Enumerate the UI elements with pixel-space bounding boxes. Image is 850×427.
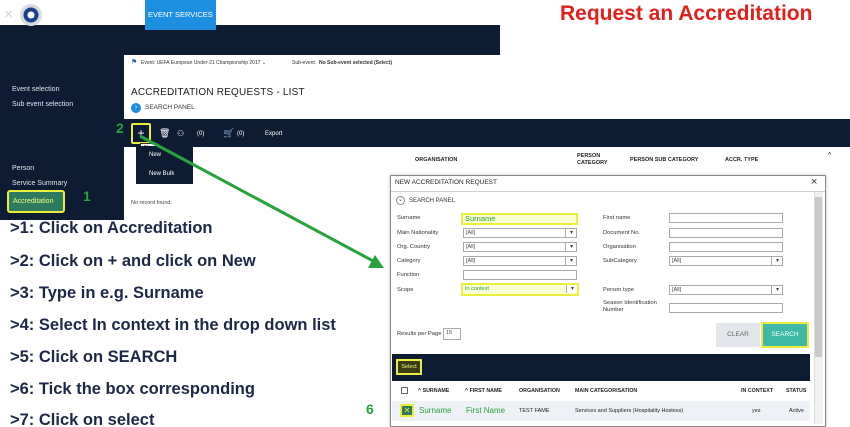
surname-label: Surname — [397, 215, 421, 221]
main-nationality-label: Main Nationality — [397, 230, 439, 236]
instruction-7: >7: Click on select — [10, 411, 155, 427]
select-button[interactable]: Select — [396, 359, 422, 375]
organisation-input[interactable] — [669, 242, 783, 252]
row-in-context: yes — [752, 408, 761, 414]
instruction-3: >3: Type in e.g. Surname — [10, 284, 204, 302]
cart-icon[interactable]: 🛒 — [223, 128, 234, 139]
column-organisation[interactable]: ORGANISATION — [519, 388, 560, 394]
step-number-1: 1 — [83, 188, 91, 204]
modal-results-toolbar — [392, 354, 810, 381]
instruction-2: >2: Click on + and click on New — [10, 252, 256, 270]
close-icon[interactable]: × — [811, 176, 817, 188]
scope-label: Scope — [397, 287, 414, 293]
step-number-2: 2 — [116, 120, 124, 136]
org-country-select[interactable]: [All] — [463, 242, 577, 252]
cart-count: (0) — [237, 131, 245, 137]
category-label: Category — [397, 258, 421, 264]
row-organisation: TEST FAME — [519, 408, 550, 414]
row-main-categorisation: Services and Suppliers (Hospitality Host… — [575, 408, 684, 414]
trash-icon[interactable]: 🗑 — [159, 128, 170, 139]
org-country-label: Org. Country — [397, 244, 431, 250]
nav-event-services[interactable]: EVENT SERVICES — [145, 0, 216, 30]
step-number-6: 6 — [366, 401, 374, 417]
sub-event-label: Sub-event: — [292, 60, 317, 66]
sidebar-item-accreditation[interactable]: Accreditation — [7, 190, 65, 213]
modal-search-panel-toggle[interactable]: SEARCH PANEL — [409, 198, 455, 204]
season-id-label: Season Identification Number — [603, 300, 657, 313]
event-flag-icon: ⚑ — [131, 59, 138, 66]
scope-select[interactable]: In context — [461, 283, 579, 296]
row-checkbox[interactable]: ✕ — [400, 404, 414, 417]
organisation-label: Organisation — [603, 244, 636, 250]
menu-item-new[interactable]: New — [149, 152, 161, 158]
document-no-input[interactable] — [669, 228, 783, 238]
column-surname[interactable]: ^ SURNAME — [418, 388, 449, 394]
modal-divider — [391, 191, 825, 192]
instruction-1: >1: Click on Accreditation — [10, 219, 213, 237]
sub-event-select-link[interactable]: No Sub-event selected (Select) — [319, 60, 392, 66]
sort-icon[interactable]: ^ — [828, 152, 831, 158]
search-button[interactable]: SEARCH — [761, 322, 809, 348]
no-record-message: No record found. — [131, 200, 172, 206]
subcategory-select[interactable]: [All] — [669, 256, 783, 266]
instruction-6: >6: Tick the box corresponding — [10, 380, 255, 398]
nav-home[interactable]: HOME — [55, 0, 78, 30]
close-icon[interactable]: × — [4, 6, 13, 24]
category-select[interactable]: [All] — [463, 256, 577, 266]
page-title: ACCREDITATION REQUESTS - LIST — [131, 87, 305, 98]
nav-my-account[interactable]: MY ACCOUNT — [244, 0, 294, 30]
persons-count: (0) — [197, 131, 205, 137]
export-button[interactable]: Export — [265, 131, 282, 137]
subcategory-label: SubCategory — [603, 258, 637, 264]
sidebar-item-event-selection[interactable]: Event selection — [12, 86, 59, 93]
person-type-select[interactable]: [All] — [669, 285, 783, 295]
uefa-logo-icon — [20, 4, 42, 26]
search-panel-toggle[interactable]: SEARCH PANEL — [145, 104, 195, 111]
first-name-label: First name — [603, 215, 631, 221]
menu-item-new-bulk[interactable]: New Bulk — [149, 171, 174, 177]
nav-digital-library[interactable]: DIGITAL LIBRARY — [84, 0, 146, 30]
modal-scroll-thumb[interactable] — [815, 197, 822, 357]
row-first-name: First Name — [466, 406, 506, 415]
row-status: Active — [789, 408, 804, 414]
chevron-right-icon[interactable]: › — [131, 103, 141, 113]
results-per-page-label: Results per Page — [397, 331, 442, 337]
sidebar-item-person[interactable]: Person — [12, 165, 34, 172]
person-type-label: Person type — [603, 287, 634, 293]
column-person-sub-category[interactable]: PERSON SUB CATEGORY — [630, 157, 698, 163]
function-input[interactable] — [463, 270, 577, 280]
results-per-page-input[interactable]: 15 — [443, 328, 461, 340]
column-first-name[interactable]: ^ FIRST NAME — [465, 388, 502, 394]
function-label: Function — [397, 272, 420, 278]
column-person-category[interactable]: PERSON CATEGORY — [577, 153, 617, 167]
column-accr-type[interactable]: ACCR. TYPE — [725, 157, 758, 163]
instruction-5: >5: Click on SEARCH — [10, 348, 178, 366]
season-id-input[interactable] — [669, 303, 783, 313]
column-in-context[interactable]: IN CONTEXT — [741, 388, 773, 394]
document-no-label: Document No. — [603, 230, 641, 236]
instruction-4: >4: Select In context in the drop down l… — [10, 316, 336, 334]
event-selector[interactable]: Event: UEFA European Under-21 Championsh… — [141, 60, 266, 66]
first-name-input[interactable] — [669, 213, 783, 223]
column-main-categorisation[interactable]: MAIN CATEGORISATION — [575, 388, 637, 394]
new-dropdown-menu — [136, 146, 193, 184]
chevron-down-icon: ⌄ — [233, 10, 240, 19]
surname-input[interactable]: Surname — [461, 213, 578, 225]
select-all-checkbox[interactable] — [401, 387, 408, 394]
column-organisation[interactable]: ORGANISATION — [415, 157, 457, 163]
add-new-button[interactable]: + — [131, 123, 151, 144]
chevron-down-icon[interactable]: ⌄ — [396, 196, 405, 205]
modal-title: NEW ACCREDITATION REQUEST — [395, 179, 497, 186]
clear-button[interactable]: CLEAR — [716, 323, 760, 347]
slide-title: Request an Accreditation — [560, 2, 813, 25]
main-nationality-select[interactable]: [All] — [463, 228, 577, 238]
sidebar-item-sub-event-selection[interactable]: Sub event selection — [12, 101, 73, 108]
persons-icon[interactable]: ⚇ — [177, 129, 184, 138]
sidebar-item-service-summary[interactable]: Service Summary — [12, 180, 67, 187]
sidebar-item-label: Accreditation — [13, 198, 54, 205]
row-surname: Surname — [419, 406, 452, 415]
column-status[interactable]: STATUS — [786, 388, 806, 394]
